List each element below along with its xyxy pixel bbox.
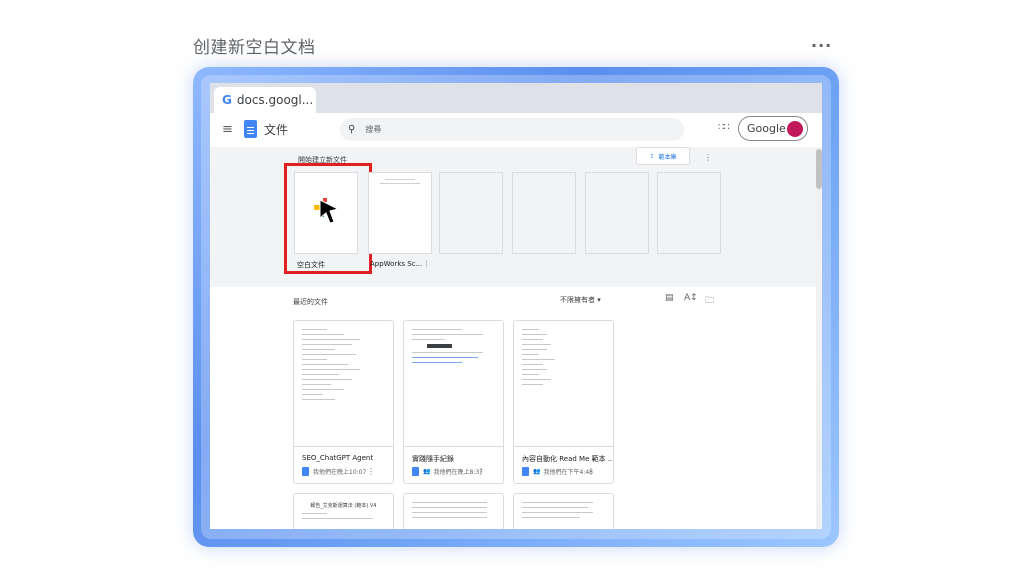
hamburger-menu-icon[interactable]: ≡ xyxy=(222,122,233,137)
template-appworks[interactable] xyxy=(368,172,432,254)
doc-type-icon xyxy=(522,467,529,476)
template-gallery-label: 範本庫 xyxy=(658,153,677,161)
doc-more-icon[interactable]: ⋮ xyxy=(587,467,595,476)
doc-preview-title: 報告_艾克斯運算法 (範本) V4 xyxy=(310,503,377,509)
template-appworks-more-icon[interactable]: ⋮ xyxy=(423,260,430,268)
doc-more-icon[interactable]: ⋮ xyxy=(367,467,375,476)
template-preview xyxy=(375,179,425,187)
account-button[interactable]: Google xyxy=(738,116,808,141)
doc-title: SEO_ChatGPT Agent xyxy=(302,454,374,462)
avatar[interactable] xyxy=(787,121,803,137)
apps-grid-icon[interactable]: ∷∷ xyxy=(718,122,730,133)
tab-title: docs.googl... xyxy=(236,93,314,107)
doc-card[interactable]: 報告_艾克斯運算法 (範本) V4 xyxy=(293,493,394,529)
browser-tab[interactable]: G docs.googl... xyxy=(214,87,316,113)
template-label-appworks[interactable]: AppWorks Sc... xyxy=(370,260,422,268)
doc-card[interactable]: 實踐隨手紀錄 👥 我他們在晚上8:37 ⋮ xyxy=(403,320,504,484)
template-more-icon[interactable]: ⋮ xyxy=(704,153,712,162)
doc-meta: 👥 我他們在晚上8:37 xyxy=(412,467,483,476)
shared-people-icon: 👥 xyxy=(423,468,431,475)
account-label: Google xyxy=(747,122,786,135)
doc-meta-text: 我他們在下午4:48 xyxy=(543,469,593,476)
upload-icon: ⇪ xyxy=(649,152,655,160)
template-placeholder-3[interactable] xyxy=(439,172,503,254)
google-favicon-icon: G xyxy=(222,93,232,107)
browser-window: G docs.googl... ≡ 文件 ⚲ 搜尋 ∷∷ Google 開始建立… xyxy=(210,83,822,529)
doc-preview xyxy=(514,321,613,447)
doc-preview xyxy=(404,494,503,529)
doc-type-icon xyxy=(302,467,309,476)
sort-icon[interactable]: A↕ xyxy=(684,293,698,303)
list-view-icon[interactable]: ▤ xyxy=(665,293,674,303)
scrollbar[interactable] xyxy=(816,147,822,529)
doc-card[interactable] xyxy=(513,493,614,529)
template-placeholder-5[interactable] xyxy=(585,172,649,254)
owner-filter-dropdown[interactable]: 不限擁有者 ▾ xyxy=(560,295,601,305)
shared-people-icon: 👥 xyxy=(533,468,541,475)
search-input[interactable]: ⚲ 搜尋 xyxy=(340,118,684,141)
folder-icon[interactable]: 🗀 xyxy=(705,293,714,309)
doc-meta-text: 我他們在晚上10:07 xyxy=(313,469,367,476)
search-placeholder: 搜尋 xyxy=(365,125,382,134)
app-name[interactable]: 文件 xyxy=(264,121,288,138)
doc-preview xyxy=(294,321,393,447)
docs-appbar: ≡ 文件 ⚲ 搜尋 ∷∷ Google xyxy=(210,113,822,147)
page-title: 创建新空白文档 xyxy=(193,38,316,58)
search-icon[interactable]: ⚲ xyxy=(348,124,355,135)
doc-meta: 👥 我他們在下午4:48 xyxy=(522,467,593,476)
doc-preview: 報告_艾克斯運算法 (範本) V4 xyxy=(294,494,393,529)
doc-card[interactable]: 內容自動化 Read Me 範本 ... 👥 我他們在下午4:48 ⋮ xyxy=(513,320,614,484)
doc-meta-text: 我他們在晚上8:37 xyxy=(433,469,483,476)
browser-tabbar: G docs.googl... xyxy=(210,83,822,113)
doc-card[interactable]: SEO_ChatGPT Agent 我他們在晚上10:07 ⋮ xyxy=(293,320,394,484)
blank-doc-highlight xyxy=(284,163,372,274)
template-label-blank[interactable]: 空白文件 xyxy=(297,260,325,270)
doc-more-icon[interactable]: ⋮ xyxy=(477,467,485,476)
scrollbar-thumb[interactable] xyxy=(816,149,822,189)
doc-title: 內容自動化 Read Me 範本 ... xyxy=(522,455,612,463)
doc-card[interactable] xyxy=(403,493,504,529)
docs-logo-icon[interactable] xyxy=(244,120,257,138)
template-placeholder-4[interactable] xyxy=(512,172,576,254)
doc-meta: 我他們在晚上10:07 xyxy=(302,467,366,476)
recent-section-title: 最近的文件 xyxy=(293,298,328,306)
template-gallery-button[interactable]: ⇪ 範本庫 xyxy=(636,147,690,165)
more-options-icon[interactable]: ··· xyxy=(811,36,832,55)
doc-title: 實踐隨手紀錄 xyxy=(412,455,454,463)
template-placeholder-6[interactable] xyxy=(657,172,721,254)
doc-type-icon xyxy=(412,467,419,476)
doc-preview xyxy=(514,494,613,529)
doc-preview xyxy=(404,321,503,447)
